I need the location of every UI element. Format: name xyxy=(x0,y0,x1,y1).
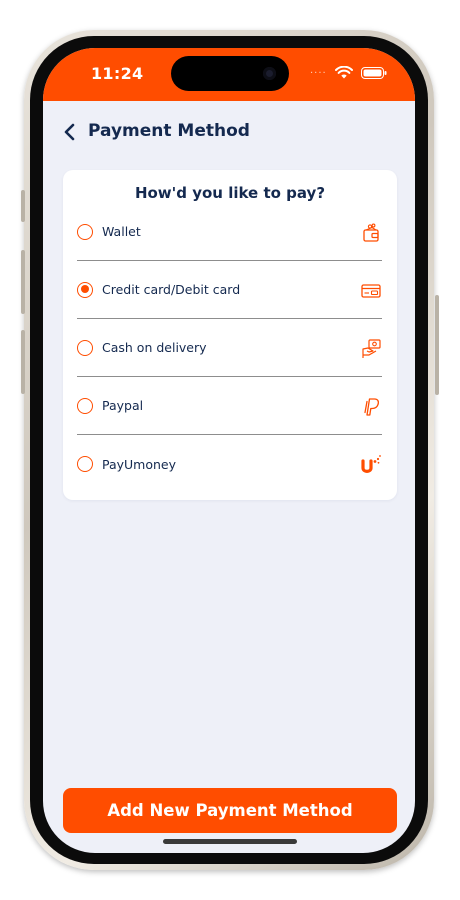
option-label: Paypal xyxy=(102,398,144,413)
chevron-left-icon[interactable] xyxy=(63,123,77,141)
paypal-icon xyxy=(364,398,380,416)
volume-up-button xyxy=(21,250,25,314)
payment-option-payumoney[interactable]: PayUmoney xyxy=(77,435,382,493)
radio-button-selected[interactable] xyxy=(77,281,93,298)
radio-button[interactable] xyxy=(77,223,93,240)
radio-button[interactable] xyxy=(77,456,93,472)
payment-option-credit-card[interactable]: Credit card/Debit card xyxy=(77,261,382,319)
volume-down-button xyxy=(21,330,25,394)
status-time: 11:24 xyxy=(91,64,144,83)
payment-options-card: How'd you like to pay? Wallet Credit car… xyxy=(63,170,397,500)
payment-option-wallet[interactable]: Wallet xyxy=(77,203,382,261)
power-button xyxy=(435,295,439,395)
header: Payment Method xyxy=(43,101,415,161)
dynamic-island xyxy=(171,56,289,91)
add-payment-method-button[interactable]: Add New Payment Method xyxy=(63,788,397,833)
battery-icon xyxy=(361,67,387,79)
radio-button[interactable] xyxy=(77,397,93,414)
phone-screen: 11:24 .... Payment Method How'd you like… xyxy=(43,48,415,853)
radio-button[interactable] xyxy=(77,339,93,356)
camera-icon xyxy=(263,67,276,80)
credit-card-icon xyxy=(361,284,381,298)
wifi-icon xyxy=(335,66,353,79)
payumoney-icon xyxy=(361,455,381,473)
option-label: Cash on delivery xyxy=(102,340,207,355)
payment-option-cash-on-delivery[interactable]: Cash on delivery xyxy=(77,319,382,377)
wallet-icon xyxy=(363,223,379,242)
option-label: PayUmoney xyxy=(102,456,177,472)
home-indicator xyxy=(163,839,297,844)
cash-icon xyxy=(362,339,381,358)
action-button xyxy=(21,190,25,222)
page-title: Payment Method xyxy=(88,121,250,141)
option-label: Wallet xyxy=(102,224,141,239)
payment-option-paypal[interactable]: Paypal xyxy=(77,377,382,435)
signal-icon: .... xyxy=(310,65,327,76)
option-label: Credit card/Debit card xyxy=(102,282,241,297)
payment-option-list: Wallet Credit card/Debit card Cash on de… xyxy=(77,203,382,493)
card-title: How'd you like to pay? xyxy=(134,184,326,202)
status-bar: 11:24 .... xyxy=(43,48,415,101)
